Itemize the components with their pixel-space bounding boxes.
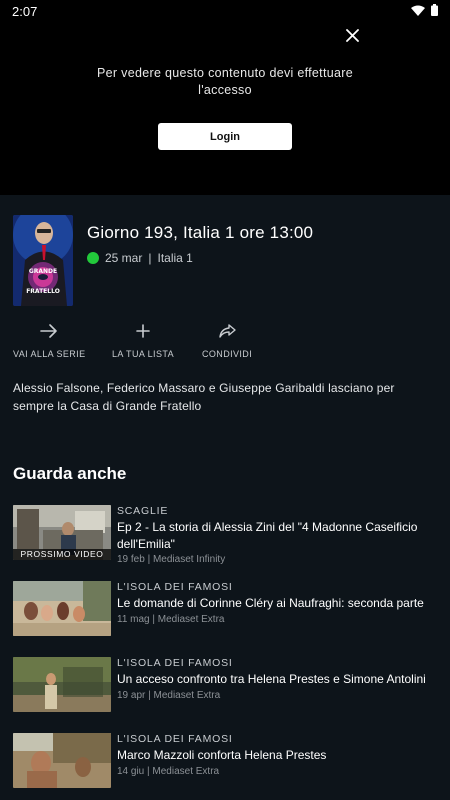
section-title: Guarda anche — [13, 464, 127, 483]
close-icon — [345, 28, 359, 42]
show-poster[interactable]: GRANDE FRATELLO — [13, 215, 73, 306]
plus-icon — [136, 322, 150, 340]
list-item-text: L'ISOLA DEI FAMOSI Marco Mazzoli confort… — [117, 733, 432, 779]
list-item-show: L'ISOLA DEI FAMOSI — [117, 581, 233, 593]
episode-meta: 25 mar | Italia 1 — [87, 251, 193, 265]
arrow-right-icon — [40, 322, 58, 340]
svg-text:GRANDE: GRANDE — [29, 268, 57, 275]
episode-header: GRANDE FRATELLO Giorno 193, Italia 1 ore… — [13, 215, 438, 307]
video-thumbnail — [13, 581, 111, 636]
list-item-text: SCAGLIE Ep 2 - La storia di Alessia Zini… — [117, 505, 432, 567]
status-bar: 2:07 — [0, 0, 450, 22]
episode-date: 25 mar — [105, 251, 143, 265]
add-to-list-label: LA TUA LISTA — [112, 349, 174, 359]
list-item-text: L'ISOLA DEI FAMOSI Un acceso confronto t… — [117, 657, 432, 703]
go-to-series-label: VAI ALLA SERIE — [13, 349, 86, 359]
list-item-show: L'ISOLA DEI FAMOSI — [117, 733, 233, 745]
list-item-show: SCAGLIE — [117, 505, 169, 517]
video-thumbnail — [13, 733, 111, 788]
list-item-title: Ep 2 - La storia di Alessia Zini del "4 … — [117, 520, 418, 551]
status-icons — [411, 3, 438, 19]
episode-title: Giorno 193, Italia 1 ore 13:00 — [87, 223, 314, 242]
list-item-meta: 14 giu | Mediaset Extra — [117, 765, 220, 777]
action-bar: VAI ALLA SERIE LA TUA LISTA CONDIVIDI — [13, 322, 438, 362]
wifi-icon — [411, 4, 425, 19]
poster-image: GRANDE FRATELLO — [13, 215, 73, 306]
next-video-tag: PROSSIMO VIDEO — [13, 549, 111, 560]
meta-separator: | — [148, 251, 152, 265]
share-button[interactable]: CONDIVIDI — [202, 322, 252, 359]
share-label: CONDIVIDI — [202, 349, 253, 359]
list-item-meta: 19 feb | Mediaset Infinity — [117, 554, 226, 565]
episode-description: Alessio Falsone, Federico Massaro e Gius… — [13, 381, 395, 413]
list-item-text: L'ISOLA DEI FAMOSI Le domande di Corinne… — [117, 581, 432, 627]
list-item-show: L'ISOLA DEI FAMOSI — [117, 657, 233, 669]
svg-text:FRATELLO: FRATELLO — [26, 288, 60, 295]
close-button[interactable] — [342, 25, 362, 45]
video-thumbnail: PROSSIMO VIDEO — [13, 505, 111, 560]
episode-channel: Italia 1 — [157, 251, 193, 265]
add-to-list-button[interactable]: LA TUA LISTA — [112, 322, 174, 359]
list-item-title: Marco Mazzoli conforta Helena Prestes — [117, 748, 327, 762]
live-indicator-icon — [87, 252, 99, 264]
share-icon — [218, 322, 236, 340]
login-required-message: Per vedere questo contenuto devi effettu… — [97, 66, 353, 97]
battery-icon — [431, 3, 438, 19]
list-item-title: Un acceso confronto tra Helena Prestes e… — [117, 672, 426, 686]
list-item-meta: 19 apr | Mediaset Extra — [117, 689, 221, 701]
login-button[interactable]: Login — [158, 123, 292, 150]
video-thumbnail — [13, 657, 111, 712]
list-item-meta: 11 mag | Mediaset Extra — [117, 613, 225, 625]
status-time: 2:07 — [12, 3, 38, 19]
go-to-series-button[interactable]: VAI ALLA SERIE — [13, 322, 85, 359]
list-item-title: Le domande di Corinne Cléry ai Naufraghi… — [117, 596, 424, 610]
video-player: Per vedere questo contenuto devi effettu… — [0, 22, 450, 195]
